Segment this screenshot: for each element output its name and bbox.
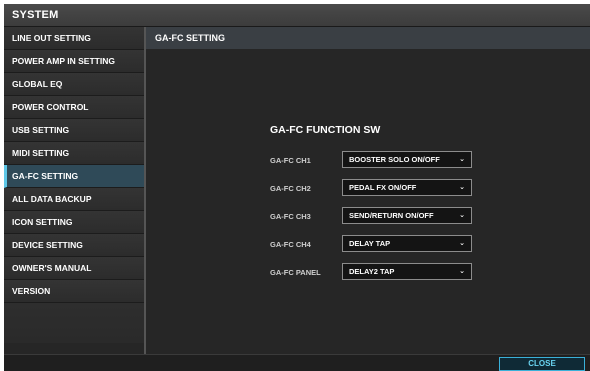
- sidebar-item-icon-setting[interactable]: ICON SETTING: [4, 211, 144, 234]
- footer-bar: CLOSE: [4, 354, 590, 371]
- ch1-function-value: BOOSTER SOLO ON/OFF: [349, 155, 440, 164]
- sidebar-item-version[interactable]: VERSION: [4, 280, 144, 303]
- sidebar-item-ga-fc-setting[interactable]: GA-FC SETTING: [4, 165, 144, 188]
- ch4-function-select[interactable]: DELAY TAP ⌄: [342, 235, 472, 252]
- panel-function-value: DELAY2 TAP: [349, 267, 395, 276]
- ch3-function-value: SEND/RETURN ON/OFF: [349, 211, 434, 220]
- sidebar-item-owners-manual[interactable]: OWNER'S MANUAL: [4, 257, 144, 280]
- sidebar-item-usb-setting[interactable]: USB SETTING: [4, 119, 144, 142]
- section-title: GA-FC FUNCTION SW: [270, 124, 381, 136]
- sidebar-item-midi-setting[interactable]: MIDI SETTING: [4, 142, 144, 165]
- chevron-down-icon: ⌄: [459, 268, 465, 275]
- ch2-function-value: PEDAL FX ON/OFF: [349, 183, 417, 192]
- ch4-function-value: DELAY TAP: [349, 239, 391, 248]
- panel-function-select[interactable]: DELAY2 TAP ⌄: [342, 263, 472, 280]
- chevron-down-icon: ⌄: [459, 212, 465, 219]
- sidebar-item-power-amp-in-setting[interactable]: POWER AMP IN SETTING: [4, 50, 144, 73]
- row-label-ch2: GA-FC CH2: [270, 184, 311, 193]
- window-title: SYSTEM: [4, 4, 590, 27]
- ch1-function-select[interactable]: BOOSTER SOLO ON/OFF ⌄: [342, 151, 472, 168]
- chevron-down-icon: ⌄: [459, 156, 465, 163]
- panel-header: GA-FC SETTING: [146, 27, 590, 49]
- row-label-ch3: GA-FC CH3: [270, 212, 311, 221]
- row-label-ch4: GA-FC CH4: [270, 240, 311, 249]
- sidebar-item-all-data-backup[interactable]: ALL DATA BACKUP: [4, 188, 144, 211]
- chevron-down-icon: ⌄: [459, 240, 465, 247]
- settings-panel: GA-FC SETTING GA-FC FUNCTION SW GA-FC CH…: [146, 27, 590, 354]
- sidebar-item-power-control[interactable]: POWER CONTROL: [4, 96, 144, 119]
- system-window: SYSTEM LINE OUT SETTING POWER AMP IN SET…: [4, 4, 590, 371]
- sidebar-item-global-eq[interactable]: GLOBAL EQ: [4, 73, 144, 96]
- chevron-down-icon: ⌄: [459, 184, 465, 191]
- ch2-function-select[interactable]: PEDAL FX ON/OFF ⌄: [342, 179, 472, 196]
- ch3-function-select[interactable]: SEND/RETURN ON/OFF ⌄: [342, 207, 472, 224]
- sidebar-empty-slot: [4, 303, 144, 343]
- sidebar-item-device-setting[interactable]: DEVICE SETTING: [4, 234, 144, 257]
- close-button[interactable]: CLOSE: [499, 357, 585, 371]
- sidebar-item-line-out-setting[interactable]: LINE OUT SETTING: [4, 27, 144, 50]
- sidebar: LINE OUT SETTING POWER AMP IN SETTING GL…: [4, 27, 144, 354]
- row-label-ch1: GA-FC CH1: [270, 156, 311, 165]
- row-label-panel: GA-FC PANEL: [270, 268, 321, 277]
